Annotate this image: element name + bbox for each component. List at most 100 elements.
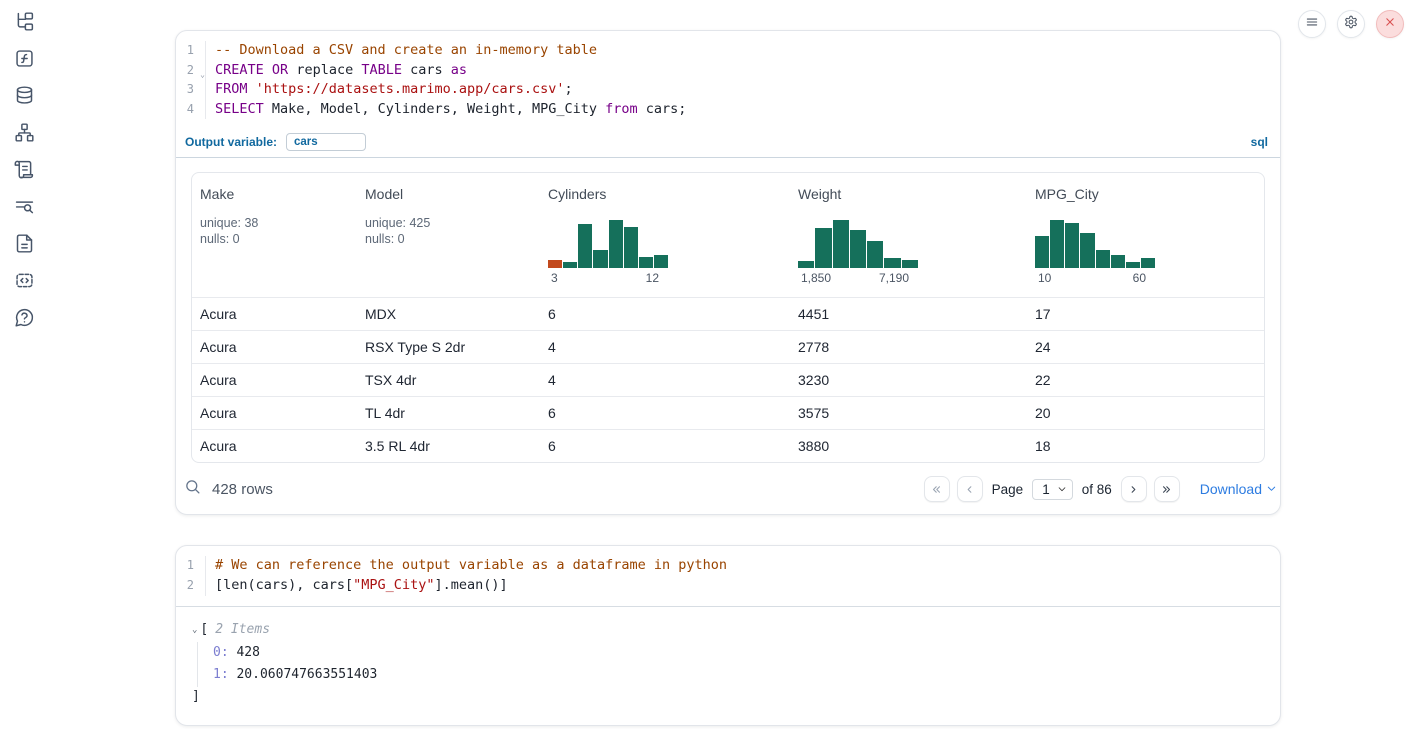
column-header[interactable]: Make unique: 38nulls: 0 xyxy=(192,173,357,297)
histogram-bar xyxy=(867,241,883,268)
table-cell: Acura xyxy=(192,405,357,421)
column-header[interactable]: Weight1,8507,190 xyxy=(790,173,1027,297)
column-label: Model xyxy=(365,186,534,202)
page-select[interactable]: 1 xyxy=(1032,479,1073,500)
table-row[interactable]: AcuraTL 4dr6357520 xyxy=(192,396,1264,429)
column-header[interactable]: Modelunique: 425nulls: 0 xyxy=(357,173,540,297)
table-row[interactable]: AcuraTSX 4dr4323022 xyxy=(192,363,1264,396)
table-cell: 3.5 RL 4dr xyxy=(357,438,540,454)
table-row[interactable]: AcuraMDX6445117 xyxy=(192,297,1264,330)
column-label: MPG_City xyxy=(1035,186,1258,202)
code-segment: CREATE xyxy=(215,62,264,78)
column-header[interactable]: MPG_City 10 60 xyxy=(1027,173,1264,297)
output-variable-input[interactable] xyxy=(286,133,366,151)
column-label: Make xyxy=(200,186,351,202)
page-select-value: 1 xyxy=(1042,482,1050,497)
code-segment: -- Download a CSV and create an in-memor… xyxy=(215,42,597,58)
line-number: 2 xyxy=(176,576,206,596)
sidebar-item-logs[interactable] xyxy=(13,198,35,220)
code-segment: SELECT xyxy=(215,101,264,117)
output-tree: ⌄ [ 2 Items 0: 4281: 20.060747663551403 … xyxy=(176,607,1280,725)
table-cell: 22 xyxy=(1027,372,1264,388)
next-page-button[interactable] xyxy=(1121,476,1147,502)
code-segment: ].mean()] xyxy=(434,577,507,593)
histogram-max-label: 12 xyxy=(646,271,659,285)
tree-entry-key: 0: xyxy=(213,645,236,660)
code-segment xyxy=(248,81,256,97)
histogram-bar xyxy=(639,257,653,268)
line-number: 1 xyxy=(176,556,206,576)
column-histogram[interactable]: 3 12 xyxy=(548,218,668,285)
sidebar-item-functions[interactable] xyxy=(13,50,35,72)
histogram-bar xyxy=(609,220,623,268)
prev-page-button[interactable] xyxy=(957,476,983,502)
histogram-bar xyxy=(1141,258,1155,268)
sidebar-item-help[interactable] xyxy=(13,309,35,331)
table-row[interactable]: AcuraRSX Type S 2dr4277824 xyxy=(192,330,1264,363)
line-number: 2⌄ xyxy=(176,61,206,81)
menu-button[interactable] xyxy=(1298,10,1326,38)
shutdown-button[interactable] xyxy=(1376,10,1404,38)
sidebar-item-file-explorer[interactable] xyxy=(13,13,35,35)
function-square-icon xyxy=(14,48,35,74)
histogram-max-label: 60 xyxy=(1133,271,1146,285)
line-number: 4 xyxy=(176,100,206,120)
code-segment: Make, Model, Cylinders, Weight, MPG_City xyxy=(264,101,605,117)
data-table: Make unique: 38nulls: 0Modelunique: 425nu… xyxy=(191,172,1265,463)
table-cell: 3880 xyxy=(790,438,1027,454)
histogram-min-label: 10 xyxy=(1038,271,1051,285)
table-cell: 3575 xyxy=(790,405,1027,421)
table-cell: 4451 xyxy=(790,306,1027,322)
gear-icon xyxy=(1344,15,1358,34)
column-histogram[interactable]: 1,8507,190 xyxy=(798,218,918,285)
download-button[interactable]: Download xyxy=(1200,481,1277,497)
code-segment: cars; xyxy=(638,101,687,117)
sidebar-item-dependency-graph[interactable] xyxy=(13,124,35,146)
table-cell: 24 xyxy=(1027,339,1264,355)
bracket-close: ] xyxy=(192,687,1264,707)
tree-entry-value: 20.060747663551403 xyxy=(236,667,377,682)
code-line: 3FROM 'https://datasets.marimo.app/cars.… xyxy=(176,80,1280,100)
last-page-button[interactable] xyxy=(1154,476,1180,502)
tree-entry-value: 428 xyxy=(236,645,259,660)
table-cell: 6 xyxy=(540,405,790,421)
sidebar-item-scratchpad[interactable] xyxy=(13,161,35,183)
table-header: Make unique: 38nulls: 0Modelunique: 425nu… xyxy=(192,173,1264,297)
output-variable-label: Output variable: xyxy=(185,135,277,149)
table-cell: Acura xyxy=(192,306,357,322)
histogram-bar xyxy=(850,230,866,268)
code-segment: "MPG_City" xyxy=(353,577,434,593)
python-code-editor[interactable]: 1# We can reference the output variable … xyxy=(176,546,1280,605)
histogram-bar xyxy=(578,224,592,268)
search-icon[interactable] xyxy=(184,478,201,500)
column-stats: unique: 38nulls: 0 xyxy=(200,215,351,247)
settings-button[interactable] xyxy=(1337,10,1365,38)
table-footer: 428 rows Page 1 of 86 Download xyxy=(176,463,1280,514)
output-variable-bar: Output variable: sql xyxy=(176,129,1280,158)
sidebar-item-snippets[interactable] xyxy=(13,272,35,294)
sidebar-item-data-sources[interactable] xyxy=(13,87,35,109)
pagination: Page 1 of 86 Download xyxy=(924,476,1277,502)
code-segment: ; xyxy=(565,81,573,97)
column-histogram[interactable]: 10 60 xyxy=(1035,218,1155,285)
chevron-down-icon xyxy=(1057,482,1067,497)
collapse-icon[interactable]: ⌄ xyxy=(192,620,197,640)
sidebar-item-documentation[interactable] xyxy=(13,235,35,257)
table-row[interactable]: Acura3.5 RL 4dr6388018 xyxy=(192,429,1264,462)
first-page-button[interactable] xyxy=(924,476,950,502)
histogram-bar xyxy=(798,261,814,268)
histogram-bar xyxy=(1111,255,1125,268)
file-text-icon xyxy=(14,233,35,259)
chevron-down-icon xyxy=(1266,481,1277,497)
code-segment: TABLE xyxy=(361,62,402,78)
code-line: 1-- Download a CSV and create an in-memo… xyxy=(176,41,1280,61)
table-cell: 4 xyxy=(540,372,790,388)
code-segment: OR xyxy=(272,62,288,78)
histogram-min-label: 3 xyxy=(551,271,558,285)
histogram-bar xyxy=(1035,236,1049,268)
column-header[interactable]: Cylinders312 xyxy=(540,173,790,297)
sql-code-editor[interactable]: 1-- Download a CSV and create an in-memo… xyxy=(176,31,1280,129)
histogram-bar xyxy=(1050,220,1064,268)
sidebar xyxy=(0,0,48,729)
tree-entry: 1: 20.060747663551403 xyxy=(213,664,1264,687)
